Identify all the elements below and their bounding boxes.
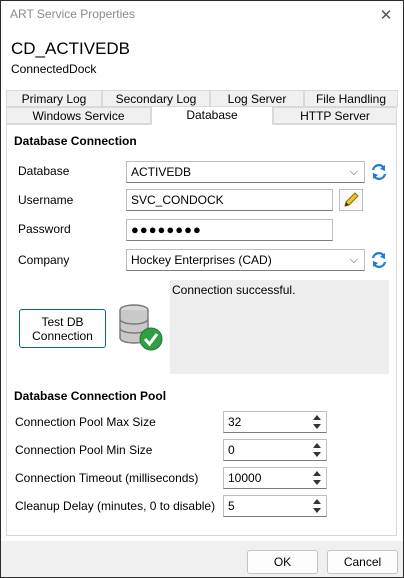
pool-min-input[interactable]: 0 [223,439,327,461]
cleanup-input[interactable]: 5 [223,495,327,517]
connection-status-box: Connection successful. [170,280,389,374]
chevron-down-icon: ⌵ [349,166,358,178]
spinner-arrows-icon[interactable] [312,442,322,458]
title-bar: ART Service Properties ✕ [1,1,403,29]
tab-secondary-log[interactable]: Secondary Log [102,90,210,107]
timeout-label: Connection Timeout (milliseconds) [15,471,199,485]
password-label: Password [18,222,71,236]
connection-status: Connection successful. [172,283,296,297]
refresh-icon[interactable] [370,251,388,269]
db-connection-title: Database Connection [14,134,137,148]
service-subtitle: ConnectedDock [11,62,97,76]
spinner-arrows-icon[interactable] [312,498,322,514]
cleanup-value: 5 [228,499,235,513]
pool-min-label: Connection Pool Min Size [15,443,153,457]
password-input[interactable]: ●●●●●●●● [126,219,333,241]
tab-primary-log[interactable]: Primary Log [6,90,102,107]
cancel-button[interactable]: Cancel [327,550,398,574]
company-select[interactable]: Hockey Enterprises (CAD) ⌵ [126,249,365,271]
test-button-line1: Test DB [41,315,84,329]
pool-max-input[interactable]: 32 [223,411,327,433]
window-title: ART Service Properties [10,7,135,21]
pool-max-label: Connection Pool Max Size [15,415,156,429]
spinner-arrows-icon[interactable] [312,414,322,430]
database-value: ACTIVEDB [131,165,192,179]
company-value: Hockey Enterprises (CAD) [131,253,272,267]
test-button-line2: Connection [32,329,93,343]
pool-max-value: 32 [228,415,242,429]
tab-file-handling[interactable]: File Handling [304,90,398,107]
timeout-input[interactable]: 10000 [223,467,327,489]
timeout-value: 10000 [228,471,262,485]
pencil-icon [344,192,359,207]
tab-windows-service[interactable]: Windows Service [6,107,151,124]
dialog-footer: OK Cancel [1,541,403,577]
username-input[interactable]: SVC_CONDOCK [126,189,333,211]
tab-log-server[interactable]: Log Server [210,90,304,107]
database-success-icon [119,304,163,351]
test-db-connection-button[interactable]: Test DB Connection [19,309,106,348]
service-name: CD_ACTIVEDB [11,39,131,58]
spinner-arrows-icon[interactable] [312,470,322,486]
cleanup-label: Cleanup Delay (minutes, 0 to disable) [15,499,216,513]
database-label: Database [18,164,70,178]
company-label: Company [18,253,70,267]
ok-button[interactable]: OK [247,550,318,574]
pool-title: Database Connection Pool [14,389,167,403]
edit-button[interactable] [339,189,363,211]
pool-min-value: 0 [228,443,235,457]
chevron-down-icon: ⌵ [349,254,358,266]
dialog-window: ART Service Properties ✕ CD_ACTIVEDB Con… [0,0,404,578]
tab-http-server[interactable]: HTTP Server [273,107,397,124]
database-select[interactable]: ACTIVEDB ⌵ [126,161,365,183]
refresh-icon[interactable] [370,163,388,181]
username-label: Username [18,193,74,207]
tab-database[interactable]: Database [151,106,273,125]
close-icon[interactable]: ✕ [369,1,403,29]
